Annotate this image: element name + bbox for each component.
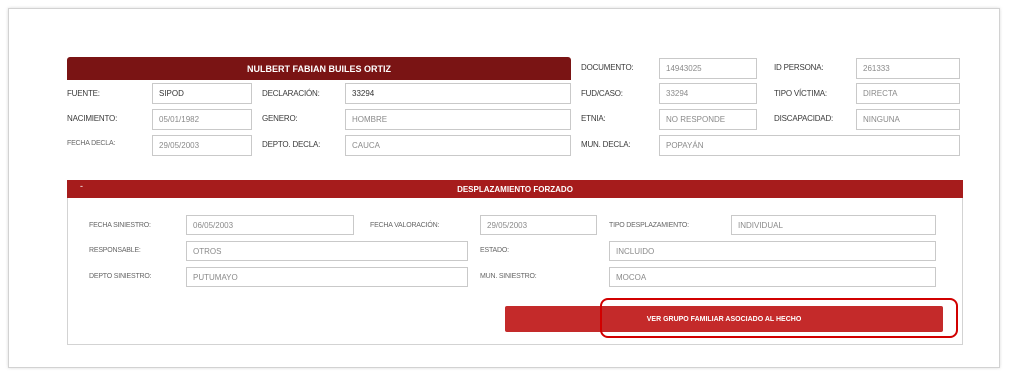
fud-caso-label: FUD/CASO:	[581, 89, 623, 98]
mun-decla-label: MUN. DECLA:	[581, 140, 631, 149]
depto-decla-field[interactable]: CAUCA	[345, 135, 571, 156]
tipo-desplazamiento-field[interactable]: INDIVIDUAL	[731, 215, 936, 235]
estado-label: ESTADO:	[480, 247, 509, 254]
button-highlight-outline	[600, 298, 958, 338]
discapacidad-label: DISCAPACIDAD:	[774, 114, 834, 123]
fuente-field[interactable]: SIPOD	[152, 83, 252, 104]
nacimiento-label: NACIMIENTO:	[67, 114, 118, 123]
fecha-siniestro-label: FECHA SINIESTRO:	[89, 222, 151, 229]
id-persona-field[interactable]: 261333	[856, 58, 960, 79]
declaracion-field[interactable]: 33294	[345, 83, 571, 104]
fecha-siniestro-field[interactable]: 06/05/2003	[186, 215, 354, 235]
documento-label: DOCUMENTO:	[581, 63, 634, 72]
depto-decla-label: DEPTO. DECLA:	[262, 140, 321, 149]
fuente-label: FUENTE:	[67, 89, 100, 98]
tipo-victima-field[interactable]: DIRECTA	[856, 83, 960, 104]
id-persona-label: ID PERSONA:	[774, 63, 824, 72]
genero-field[interactable]: HOMBRE	[345, 109, 571, 130]
nacimiento-field[interactable]: 05/01/1982	[152, 109, 252, 130]
depto-siniestro-label: DEPTO SINIESTRO:	[89, 273, 152, 280]
tipo-desplazamiento-label: TIPO DESPLAZAMIENTO:	[609, 222, 689, 229]
documento-field[interactable]: 14943025	[659, 58, 757, 79]
desplazamiento-header[interactable]: DESPLAZAMIENTO FORZADO	[67, 180, 963, 198]
discapacidad-field[interactable]: NINGUNA	[856, 109, 960, 130]
estado-field[interactable]: INCLUIDO	[609, 241, 936, 261]
etnia-label: ETNIA:	[581, 114, 606, 123]
fud-caso-field[interactable]: 33294	[659, 83, 757, 104]
mun-siniestro-field[interactable]: MOCOA	[609, 267, 936, 287]
tipo-victima-label: TIPO VÍCTIMA:	[774, 89, 827, 98]
fecha-valoracion-label: FECHA VALORACIÓN:	[370, 222, 440, 229]
fecha-valoracion-field[interactable]: 29/05/2003	[480, 215, 597, 235]
responsable-field[interactable]: OTROS	[186, 241, 468, 261]
collapse-icon[interactable]: -	[80, 181, 83, 191]
depto-siniestro-field[interactable]: PUTUMAYO	[186, 267, 468, 287]
fecha-decla-label: FECHA DECLA:	[67, 140, 116, 147]
genero-label: GENERO:	[262, 114, 298, 123]
responsable-label: RESPONSABLE:	[89, 247, 141, 254]
declaracion-label: DECLARACIÓN:	[262, 89, 320, 98]
etnia-field[interactable]: NO RESPONDE	[659, 109, 757, 130]
fecha-decla-field[interactable]: 29/05/2003	[152, 135, 252, 156]
mun-decla-field[interactable]: POPAYÁN	[659, 135, 960, 156]
person-name-header: NULBERT FABIAN BUILES ORTIZ	[67, 57, 571, 80]
mun-siniestro-label: MUN. SINIESTRO:	[480, 273, 537, 280]
